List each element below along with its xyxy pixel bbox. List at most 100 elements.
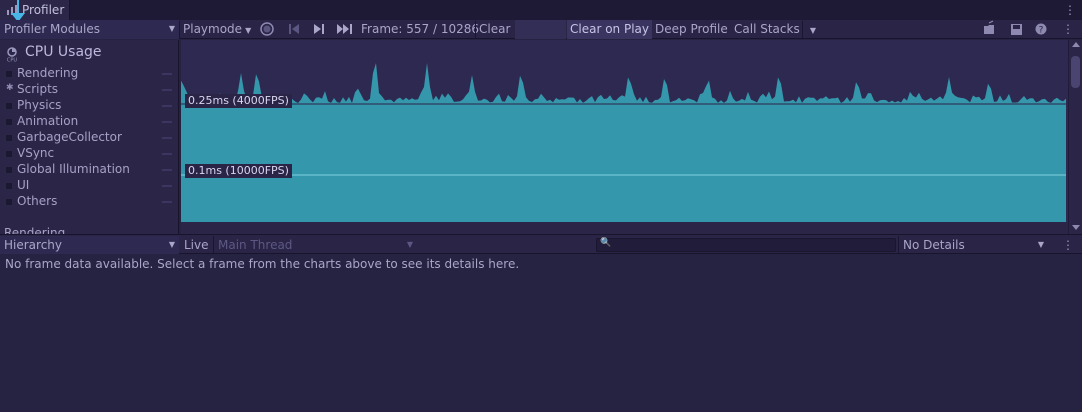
call-stacks-toggle[interactable]: Call Stacks <box>734 20 800 39</box>
toolbar-spacer <box>515 20 566 39</box>
category-color-swatch[interactable] <box>6 199 12 205</box>
thread-dropdown[interactable]: Main Thread ▼ <box>213 236 417 254</box>
chevron-down-icon: ▼ <box>168 24 175 33</box>
category-row[interactable]: GarbageCollector <box>6 130 176 146</box>
category-color-swatch[interactable] <box>6 71 12 77</box>
frame-counter: Frame: 557 / 10286 <box>361 22 479 36</box>
drag-handle-icon[interactable] <box>162 201 172 203</box>
previous-frame-button[interactable] <box>284 20 304 39</box>
details-mode-label: No Details <box>903 238 965 252</box>
empty-details-message: No frame data available. Select a frame … <box>5 257 520 271</box>
open-folder-icon <box>984 20 994 34</box>
category-color-swatch[interactable] <box>6 119 12 125</box>
category-row[interactable]: Animation <box>6 114 176 130</box>
drag-handle-icon[interactable] <box>162 105 172 107</box>
category-label: Others <box>17 194 58 208</box>
next-module-label: Rendering <box>4 226 66 234</box>
profiler-modules-label: Profiler Modules <box>4 22 100 36</box>
cpu-usage-area <box>181 63 1066 222</box>
save-button[interactable] <box>1009 20 1025 39</box>
chart-marker-low-label: 0.1ms (10000FPS) <box>185 164 292 178</box>
chevron-down-icon: ▼ <box>406 240 413 249</box>
record-button[interactable] <box>256 20 278 39</box>
help-button[interactable]: ? <box>1034 20 1048 39</box>
details-mode-dropdown[interactable]: No Details ▼ <box>898 236 1048 254</box>
thread-label: Main Thread <box>218 238 293 252</box>
cpu-usage-chart[interactable]: 0.25ms (4000FPS) 0.1ms (10000FPS) <box>181 40 1068 222</box>
category-color-swatch[interactable]: ✱ <box>6 83 14 93</box>
category-color-swatch[interactable] <box>6 135 12 141</box>
search-input[interactable]: 🔍 <box>596 238 896 252</box>
category-row[interactable]: Others <box>6 194 176 210</box>
drag-handle-icon[interactable] <box>162 73 172 75</box>
chart-bottom-strip <box>181 222 1068 234</box>
search-icon: 🔍 <box>600 238 612 248</box>
drag-handle-icon[interactable] <box>162 137 172 139</box>
drag-handle-icon[interactable] <box>162 89 172 91</box>
category-row[interactable]: Physics <box>6 98 176 114</box>
category-row[interactable]: UI <box>6 178 176 194</box>
category-color-swatch[interactable] <box>6 167 12 173</box>
next-frame-icon <box>314 24 324 34</box>
chevron-down-icon: ▼ <box>168 240 175 249</box>
kebab-menu-icon[interactable]: ⋮ <box>1064 3 1076 17</box>
next-frame-button[interactable] <box>309 20 329 39</box>
drag-handle-icon[interactable] <box>162 121 172 123</box>
tab-title: Profiler <box>22 3 65 17</box>
category-label: Physics <box>17 98 62 112</box>
chevron-down-icon: ▼ <box>809 26 817 35</box>
category-label: Global Illumination <box>17 162 130 176</box>
scroll-down-icon[interactable] <box>1072 225 1080 230</box>
kebab-menu-icon[interactable]: ⋮ <box>1062 20 1074 39</box>
last-frame-button[interactable] <box>334 20 356 39</box>
category-row[interactable]: ✱ Scripts <box>6 82 176 98</box>
category-label: GarbageCollector <box>17 130 122 144</box>
chevron-down-icon: ▼ <box>245 26 252 35</box>
chart-marker-high-label: 0.25ms (4000FPS) <box>185 94 292 108</box>
profiler-modules-panel: CPU CPU Usage Rendering ✱ Scripts Physics An… <box>0 40 179 234</box>
category-label: UI <box>17 178 30 192</box>
drag-handle-icon[interactable] <box>162 185 172 187</box>
category-color-swatch[interactable] <box>6 151 12 157</box>
help-icon: ? <box>1035 23 1047 36</box>
previous-frame-icon <box>289 24 299 34</box>
drag-handle-icon[interactable] <box>162 153 172 155</box>
window-tab-bar: Profiler ⋮ <box>0 0 1082 20</box>
drag-handle-icon[interactable] <box>162 169 172 171</box>
details-view <box>0 255 1082 412</box>
record-icon <box>260 22 274 36</box>
live-toggle[interactable]: Live <box>184 236 209 254</box>
deep-profile-toggle[interactable]: Deep Profile <box>655 20 728 39</box>
next-module-title[interactable]: Rendering <box>4 226 65 234</box>
category-color-swatch[interactable] <box>6 103 12 109</box>
category-row[interactable]: VSync <box>6 146 176 162</box>
profiler-modules-dropdown[interactable]: Profiler Modules ▼ <box>0 20 179 39</box>
hierarchy-view-dropdown[interactable]: Hierarchy ▼ <box>0 236 179 254</box>
load-button[interactable] <box>982 20 998 39</box>
category-label: Scripts <box>17 82 59 96</box>
scroll-up-icon[interactable] <box>1072 42 1080 47</box>
chevron-down-icon: ▼ <box>1037 240 1044 249</box>
playmode-dropdown[interactable]: Playmode ▼ <box>183 20 251 39</box>
category-label: VSync <box>17 146 55 160</box>
details-toolbar: Hierarchy ▼ Live Main Thread ▼ 🔍 No Deta… <box>0 234 1082 254</box>
svg-text:?: ? <box>1039 26 1044 36</box>
last-frame-icon <box>337 24 352 34</box>
modules-scrollbar[interactable] <box>1068 40 1082 234</box>
category-row[interactable]: Global Illumination <box>6 162 176 178</box>
hierarchy-label: Hierarchy <box>4 238 63 252</box>
cpu-usage-label: CPU Usage <box>25 44 102 60</box>
playmode-label: Playmode <box>183 22 243 36</box>
save-icon <box>1011 24 1022 35</box>
profiler-toolbar: Profiler Modules ▼ Playmode ▼ Frame: 557 … <box>0 20 1082 39</box>
call-stacks-dropdown[interactable]: ▼ <box>806 20 820 39</box>
category-label: Animation <box>17 114 79 128</box>
category-color-swatch[interactable] <box>6 183 12 189</box>
svg-text:CPU: CPU <box>7 58 18 63</box>
clear-on-play-toggle[interactable]: Clear on Play <box>567 20 652 39</box>
kebab-menu-icon[interactable]: ⋮ <box>1062 236 1074 254</box>
clear-button[interactable]: Clear <box>479 20 510 39</box>
scrollbar-thumb[interactable] <box>1071 56 1080 88</box>
cpu-usage-area-graph <box>181 63 1066 222</box>
category-row[interactable]: Rendering <box>6 66 176 82</box>
